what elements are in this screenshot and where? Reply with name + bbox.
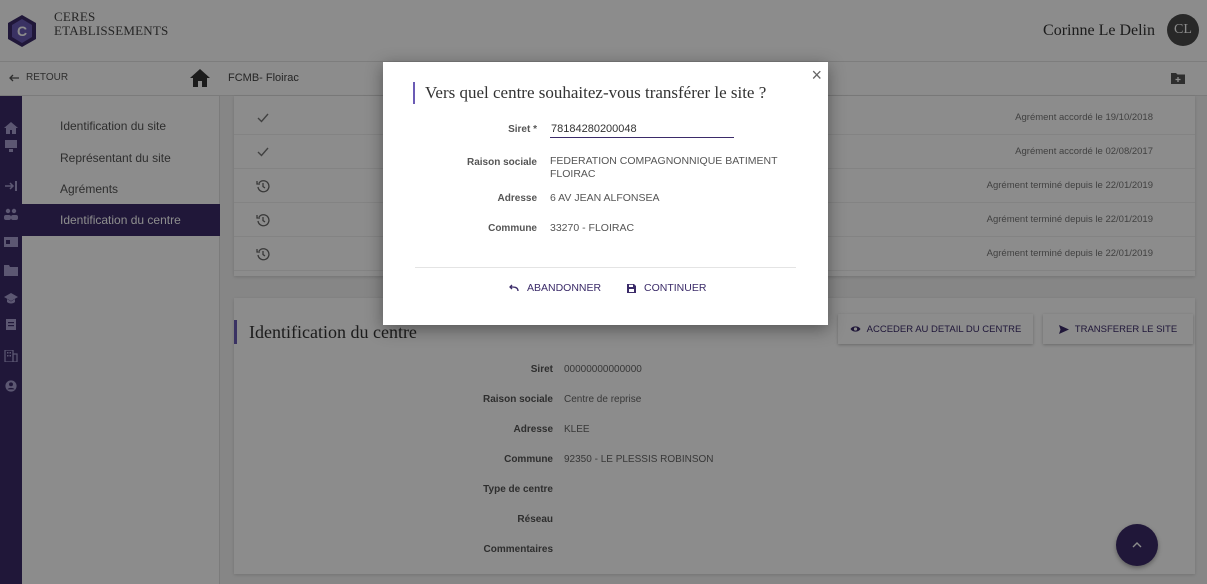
- adresse-value: 6 AV JEAN ALFONSEA: [550, 192, 660, 204]
- siret-label: Siret *: [508, 124, 537, 135]
- cancel-label: ABANDONNER: [527, 282, 602, 294]
- raison-sociale-label: Raison sociale: [466, 157, 537, 168]
- siret-input[interactable]: [550, 120, 734, 138]
- cancel-button[interactable]: ABANDONNER: [509, 282, 601, 294]
- continue-label: CONTINUER: [644, 282, 707, 294]
- transfer-dialog: × Vers quel centre souhaitez-vous transf…: [383, 62, 828, 325]
- adresse-label: Adresse: [497, 193, 537, 204]
- dialog-divider: [415, 267, 796, 268]
- continue-button[interactable]: CONTINUER: [627, 282, 706, 294]
- commune-value: 33270 - FLOIRAC: [550, 222, 635, 234]
- close-icon[interactable]: ×: [811, 66, 822, 84]
- commune-label: Commune: [488, 223, 537, 234]
- dialog-title: Vers quel centre souhaitez-vous transfér…: [413, 82, 766, 104]
- undo-icon: [509, 284, 519, 292]
- raison-sociale-value: FEDERATION COMPAGNONNIQUE BATIMENT FLOIR…: [550, 155, 778, 180]
- save-icon: [627, 283, 636, 293]
